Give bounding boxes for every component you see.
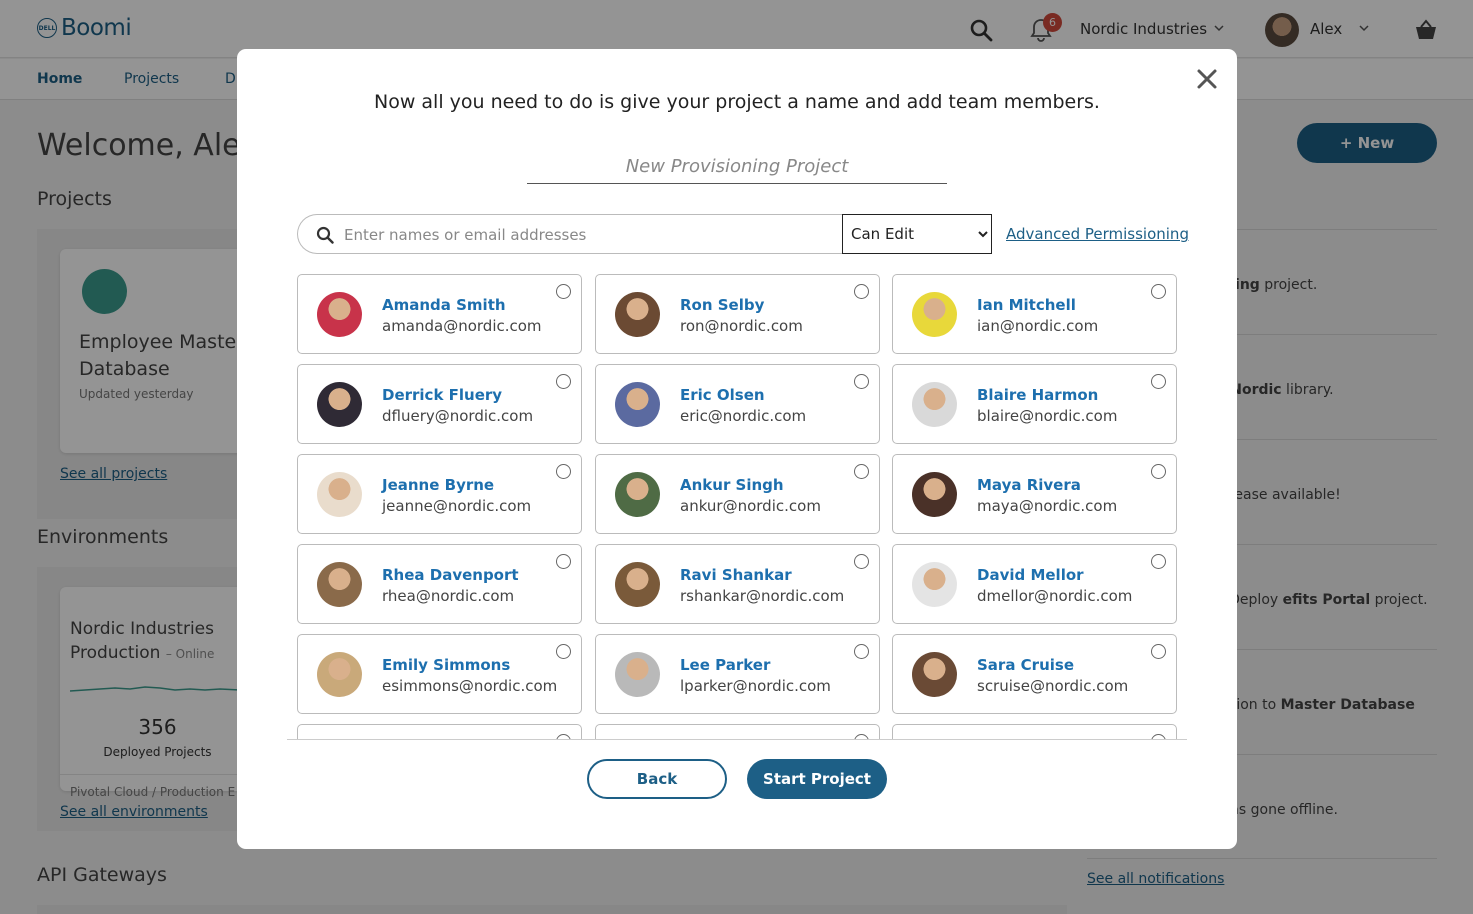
member-email: ron@nordic.com bbox=[680, 317, 803, 335]
member-card[interactable]: Rhea Davenport rhea@nordic.com bbox=[297, 544, 582, 624]
member-email: rhea@nordic.com bbox=[382, 587, 515, 605]
member-select-radio[interactable] bbox=[556, 644, 571, 659]
member-select-radio[interactable] bbox=[1151, 734, 1166, 739]
member-name: Ron Selby bbox=[680, 296, 765, 314]
member-email: scruise@nordic.com bbox=[977, 677, 1129, 695]
search-icon bbox=[316, 226, 334, 244]
member-select-radio[interactable] bbox=[556, 464, 571, 479]
create-project-dialog: Now all you need to do is give your proj… bbox=[237, 49, 1237, 849]
member-select-radio[interactable] bbox=[556, 734, 571, 739]
member-email: ankur@nordic.com bbox=[680, 497, 821, 515]
member-select-radio[interactable] bbox=[1151, 284, 1166, 299]
avatar bbox=[317, 562, 362, 607]
member-select-radio[interactable] bbox=[854, 464, 869, 479]
avatar bbox=[615, 472, 660, 517]
member-email: esimmons@nordic.com bbox=[382, 677, 558, 695]
member-card[interactable]: Lee Parker lparker@nordic.com bbox=[595, 634, 880, 714]
avatar bbox=[912, 652, 957, 697]
member-card[interactable]: Ian Mitchell ian@nordic.com bbox=[892, 274, 1177, 354]
member-list[interactable]: Amanda Smith amanda@nordic.com Ron Selby ro… bbox=[287, 271, 1187, 740]
member-email: rshankar@nordic.com bbox=[680, 587, 845, 605]
avatar bbox=[912, 382, 957, 427]
member-name: Ankur Singh bbox=[680, 476, 784, 494]
member-card[interactable]: Maya Rivera maya@nordic.com bbox=[892, 454, 1177, 534]
member-card[interactable] bbox=[595, 724, 880, 739]
avatar bbox=[317, 292, 362, 337]
start-project-button[interactable]: Start Project bbox=[747, 759, 887, 799]
member-select-radio[interactable] bbox=[854, 284, 869, 299]
member-select-radio[interactable] bbox=[556, 374, 571, 389]
member-email: ian@nordic.com bbox=[977, 317, 1099, 335]
member-email: dfluery@nordic.com bbox=[382, 407, 534, 425]
member-name: Blaire Harmon bbox=[977, 386, 1099, 404]
member-select-radio[interactable] bbox=[854, 644, 869, 659]
member-card[interactable]: Emily Simmons esimmons@nordic.com bbox=[297, 634, 582, 714]
member-name: Sara Cruise bbox=[977, 656, 1074, 674]
member-name: Emily Simmons bbox=[382, 656, 511, 674]
member-card[interactable]: Jeanne Byrne jeanne@nordic.com bbox=[297, 454, 582, 534]
avatar bbox=[912, 562, 957, 607]
member-name: Maya Rivera bbox=[977, 476, 1081, 494]
avatar bbox=[912, 472, 957, 517]
member-select-radio[interactable] bbox=[854, 374, 869, 389]
back-button[interactable]: Back bbox=[587, 759, 727, 799]
member-select-radio[interactable] bbox=[1151, 554, 1166, 569]
member-select-radio[interactable] bbox=[854, 554, 869, 569]
member-card[interactable] bbox=[297, 724, 582, 739]
member-email: dmellor@nordic.com bbox=[977, 587, 1133, 605]
member-card[interactable]: Blaire Harmon blaire@nordic.com bbox=[892, 364, 1177, 444]
member-card[interactable]: Amanda Smith amanda@nordic.com bbox=[297, 274, 582, 354]
member-email: amanda@nordic.com bbox=[382, 317, 542, 335]
avatar bbox=[317, 382, 362, 427]
member-select-radio[interactable] bbox=[1151, 644, 1166, 659]
close-icon[interactable] bbox=[1195, 67, 1219, 91]
member-select-radio[interactable] bbox=[556, 554, 571, 569]
avatar bbox=[615, 652, 660, 697]
member-email: blaire@nordic.com bbox=[977, 407, 1118, 425]
member-name: Jeanne Byrne bbox=[382, 476, 495, 494]
member-card[interactable]: Sara Cruise scruise@nordic.com bbox=[892, 634, 1177, 714]
member-email: lparker@nordic.com bbox=[680, 677, 831, 695]
avatar bbox=[317, 472, 362, 517]
member-name: David Mellor bbox=[977, 566, 1084, 584]
project-name-input[interactable] bbox=[527, 149, 947, 184]
member-select-radio[interactable] bbox=[1151, 464, 1166, 479]
member-select-radio[interactable] bbox=[854, 734, 869, 739]
member-card[interactable]: David Mellor dmellor@nordic.com bbox=[892, 544, 1177, 624]
avatar bbox=[615, 382, 660, 427]
member-email: maya@nordic.com bbox=[977, 497, 1118, 515]
member-card[interactable] bbox=[892, 724, 1177, 739]
permission-select[interactable]: Can Edit bbox=[842, 214, 992, 254]
member-card[interactable]: Derrick Fluery dfluery@nordic.com bbox=[297, 364, 582, 444]
member-name: Lee Parker bbox=[680, 656, 771, 674]
member-name: Derrick Fluery bbox=[382, 386, 503, 404]
member-email: eric@nordic.com bbox=[680, 407, 807, 425]
member-email: jeanne@nordic.com bbox=[382, 497, 532, 515]
member-card[interactable]: Eric Olsen eric@nordic.com bbox=[595, 364, 880, 444]
member-card[interactable]: Ron Selby ron@nordic.com bbox=[595, 274, 880, 354]
advanced-permissioning-link[interactable]: Advanced Permissioning bbox=[1006, 225, 1189, 243]
member-select-radio[interactable] bbox=[556, 284, 571, 299]
member-card[interactable]: Ankur Singh ankur@nordic.com bbox=[595, 454, 880, 534]
member-name: Ravi Shankar bbox=[680, 566, 792, 584]
member-card[interactable]: Ravi Shankar rshankar@nordic.com bbox=[595, 544, 880, 624]
avatar bbox=[317, 652, 362, 697]
member-name: Rhea Davenport bbox=[382, 566, 519, 584]
member-name: Eric Olsen bbox=[680, 386, 765, 404]
avatar bbox=[615, 292, 660, 337]
member-select-radio[interactable] bbox=[1151, 374, 1166, 389]
member-name: Amanda Smith bbox=[382, 296, 506, 314]
dialog-title: Now all you need to do is give your proj… bbox=[374, 91, 1100, 113]
avatar bbox=[912, 292, 957, 337]
member-search-input[interactable] bbox=[344, 222, 834, 248]
member-name: Ian Mitchell bbox=[977, 296, 1076, 314]
avatar bbox=[615, 562, 660, 607]
